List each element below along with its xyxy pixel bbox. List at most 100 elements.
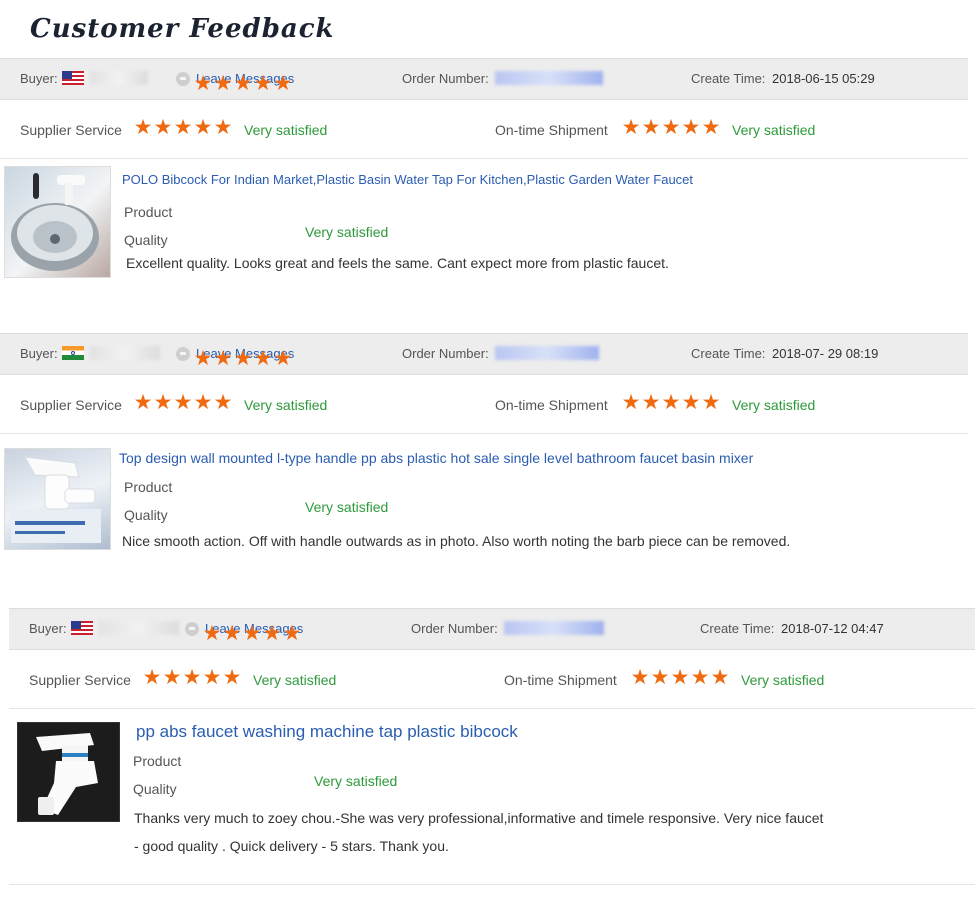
product-label: Product (124, 204, 173, 220)
star-icon: ★ (222, 622, 242, 645)
india-flag-icon (61, 346, 84, 360)
create-time-value: 2018-07-12 04:47 (781, 621, 884, 636)
create-time: Create Time: 2018-07-12 04:47 (700, 621, 884, 636)
product-quality-label: Product Quality (124, 198, 172, 254)
star-icon: ★ (641, 391, 661, 414)
star-icon: ★ (661, 391, 681, 414)
on-time-shipment-rating-text: Very satisfied (732, 122, 816, 138)
product-quality-label: Product Quality (124, 473, 172, 529)
star-icon: ★ (681, 391, 701, 414)
product-quality-rating-text: Very satisfied (305, 499, 389, 515)
star-icon: ★ (153, 391, 173, 414)
product-title-link[interactable]: POLO Bibcock For Indian Market,Plastic B… (122, 172, 693, 187)
star-icon: ★ (142, 666, 162, 689)
star-icon: ★ (213, 72, 233, 95)
quality-label: Quality (124, 507, 168, 523)
order-number-redacted[interactable] (494, 346, 599, 360)
product-title-link[interactable]: pp abs faucet washing machine tap plasti… (136, 722, 518, 742)
review-header-bar: Buyer: Leave Messages Order Number: Crea… (0, 58, 968, 100)
on-time-shipment-rating-text: Very satisfied (741, 672, 825, 688)
star-icon: ★ (690, 666, 710, 689)
star-icon: ★ (182, 666, 202, 689)
order-number-label: Order Number: (411, 621, 498, 636)
on-time-shipment-stars: ★★★★★ (630, 667, 730, 688)
message-icon (176, 347, 190, 361)
seller-ratings-row: Supplier Service ★★★★★ Very satisfied On… (9, 652, 975, 709)
star-icon: ★ (162, 666, 182, 689)
create-time-value: 2018-06-15 05:29 (772, 71, 875, 86)
product-title-link[interactable]: Top design wall mounted l-type handle pp… (119, 450, 753, 466)
buyer-label: Buyer: (20, 346, 58, 361)
star-icon: ★ (242, 622, 262, 645)
supplier-service-stars: ★★★★★ (133, 117, 233, 138)
review-comment-line-1: Thanks very much to zoey chou.-She was v… (134, 810, 824, 826)
buyer-name-redacted (89, 71, 148, 85)
on-time-shipment-rating-text: Very satisfied (732, 397, 816, 413)
star-icon: ★ (133, 391, 153, 414)
product-label: Product (133, 753, 182, 769)
star-icon: ★ (173, 391, 193, 414)
supplier-service-label: Supplier Service (20, 122, 122, 138)
buyer-info: Buyer: (20, 346, 160, 361)
us-flag-icon (70, 621, 93, 635)
product-thumbnail[interactable] (4, 448, 111, 550)
product-quality-rating-text: Very satisfied (305, 224, 389, 240)
create-time: Create Time: 2018-06-15 05:29 (691, 71, 875, 86)
star-icon: ★ (630, 666, 650, 689)
buyer-label: Buyer: (20, 71, 58, 86)
star-icon: ★ (213, 116, 233, 139)
star-icon: ★ (262, 622, 282, 645)
product-thumbnail[interactable] (4, 166, 111, 278)
on-time-shipment-label: On-time Shipment (495, 397, 608, 413)
supplier-service-stars: ★★★★★ (133, 392, 233, 413)
supplier-service-label: Supplier Service (20, 397, 122, 413)
review-block: Buyer: Leave Messages Order Number: Crea… (9, 608, 975, 885)
seller-ratings-row: Supplier Service ★★★★★ Very satisfied On… (0, 102, 968, 159)
buyer-label: Buyer: (29, 621, 67, 636)
star-icon: ★ (661, 116, 681, 139)
star-icon: ★ (641, 116, 661, 139)
star-icon: ★ (650, 666, 670, 689)
supplier-service-stars: ★★★★★ (142, 667, 242, 688)
quality-label: Quality (124, 232, 168, 248)
buyer-info: Buyer: (29, 621, 179, 636)
product-label: Product (124, 479, 173, 495)
review-header-bar: Buyer: Leave Messages Order Number: Crea… (0, 333, 968, 375)
star-icon: ★ (202, 666, 222, 689)
product-quality-rating-text: Very satisfied (314, 773, 398, 789)
product-thumbnail[interactable] (17, 722, 120, 822)
buyer-name-redacted (98, 621, 179, 635)
star-icon: ★ (701, 116, 721, 139)
supplier-service-rating-text: Very satisfied (244, 122, 328, 138)
review-comment: Excellent quality. Looks great and feels… (126, 255, 669, 271)
create-time-label: Create Time: (691, 71, 766, 86)
create-time-value: 2018-07- 29 08:19 (772, 346, 879, 361)
star-icon: ★ (202, 622, 222, 645)
star-icon: ★ (222, 666, 242, 689)
star-icon: ★ (282, 622, 302, 645)
message-icon (185, 622, 199, 636)
review-header-bar: Buyer: Leave Messages Order Number: Crea… (9, 608, 975, 650)
star-icon: ★ (253, 72, 273, 95)
star-icon: ★ (213, 391, 233, 414)
bowl-faucet-image (11, 173, 99, 271)
review-comment-line-2: - good quality . Quick delivery - 5 star… (134, 838, 449, 854)
order-number-redacted[interactable] (503, 621, 604, 635)
product-quality-stars: ★★★★★ (193, 348, 293, 369)
star-icon: ★ (273, 347, 293, 370)
review-block: Buyer: Leave Messages Order Number: Crea… (0, 333, 968, 603)
product-quality-stars: ★★★★★ (193, 73, 293, 94)
white-tap-image (11, 456, 101, 543)
message-icon (176, 72, 190, 86)
order-number-redacted[interactable] (494, 71, 603, 85)
order-number-label: Order Number: (402, 71, 489, 86)
star-icon: ★ (193, 347, 213, 370)
on-time-shipment-label: On-time Shipment (495, 122, 608, 138)
star-icon: ★ (701, 391, 721, 414)
supplier-service-rating-text: Very satisfied (244, 397, 328, 413)
star-icon: ★ (681, 116, 701, 139)
review-comment: Nice smooth action. Off with handle outw… (122, 533, 791, 549)
star-icon: ★ (233, 347, 253, 370)
star-icon: ★ (193, 72, 213, 95)
order-number: Order Number: (402, 346, 599, 361)
